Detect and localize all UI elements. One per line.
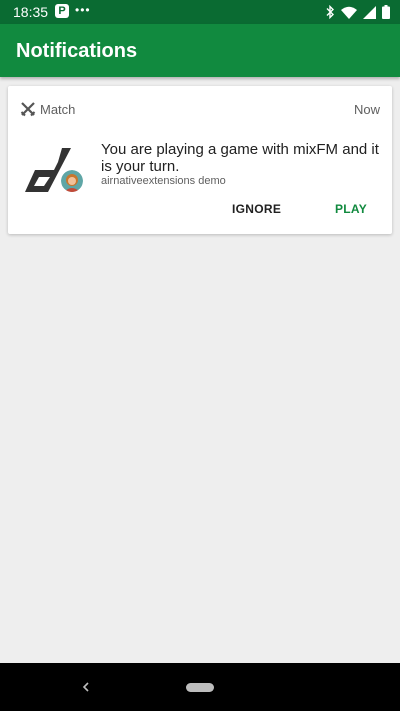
notification-time: Now [353, 102, 380, 117]
notification-source: airnativeextensions demo [101, 175, 226, 187]
navigation-bar [0, 663, 400, 711]
wifi-icon [341, 6, 357, 19]
back-icon[interactable] [79, 680, 93, 694]
p-app-icon: P [55, 4, 69, 18]
battery-icon [382, 5, 390, 19]
ignore-button[interactable]: IGNORE [232, 202, 281, 217]
more-dots-icon: ••• [75, 3, 91, 17]
home-pill-icon[interactable] [186, 683, 214, 692]
play-button[interactable]: PLAY [335, 202, 367, 217]
crossed-swords-icon [20, 102, 36, 117]
notification-card[interactable]: Match Now You are playing a game with mi… [8, 86, 392, 234]
bluetooth-icon [326, 5, 334, 19]
status-bar: 18:35 P ••• [0, 0, 400, 24]
user-avatar-icon [61, 170, 83, 192]
notification-channel: Match [40, 102, 76, 117]
signal-icon [363, 5, 376, 19]
page-title: Notifications [16, 40, 138, 62]
status-time: 18:35 [13, 4, 49, 20]
app-bar: Notifications [0, 24, 400, 77]
notification-message: You are playing a game with mixFM and it… [101, 141, 379, 175]
status-icons [325, 3, 390, 21]
